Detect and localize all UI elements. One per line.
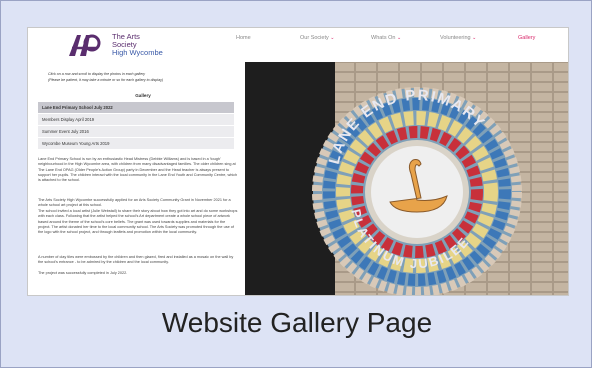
nav-volunteering[interactable]: Volunteering ⌄ — [440, 35, 476, 41]
description-paragraph: The school invited a local artist (Julie… — [38, 209, 238, 235]
description-paragraph: The project was successfully completed i… — [38, 271, 128, 275]
gallery-row[interactable]: Lane End Primary School July 2022 — [38, 102, 234, 114]
instruction-line-2: (Please be patient, it may take a minute… — [48, 77, 164, 82]
gallery-photo[interactable]: LANE END PRIMARY PLATINUM JUBILEE — [245, 62, 568, 295]
chevron-down-icon: ⌄ — [396, 35, 402, 41]
gallery-list: Lane End Primary School July 2022 Member… — [38, 102, 234, 150]
nav-our-society[interactable]: Our Society ⌄ — [300, 35, 334, 41]
gallery-row[interactable]: Members Display April 2019 — [38, 114, 234, 126]
nav-whats-on[interactable]: Whats On ⌄ — [371, 35, 401, 41]
nav-volunteering-label: Volunteering — [440, 35, 471, 41]
description-paragraph: Lane End Primary School is run by an ent… — [38, 157, 238, 183]
gallery-row[interactable]: Wycombe Museum Young Arts 2019 — [38, 138, 234, 150]
nav-gallery[interactable]: Gallery — [518, 35, 535, 41]
gallery-row[interactable]: Summer Event July 2016 — [38, 126, 234, 138]
main-nav: Home Our Society ⌄ Whats On ⌄ Volunteeri… — [28, 35, 568, 45]
description-paragraph: A number of clay tiles were embossed by … — [38, 255, 234, 265]
slide-frame: The Arts Society High Wycombe Home Our S… — [0, 0, 592, 368]
nav-whats-on-label: Whats On — [371, 35, 396, 41]
chevron-down-icon: ⌄ — [472, 35, 477, 41]
nav-home[interactable]: Home — [236, 35, 251, 41]
description-paragraph: The Arts Society High Wycombe successful… — [38, 198, 231, 208]
chevron-down-icon: ⌄ — [330, 35, 335, 41]
gallery-instructions: Click on a row and scroll to display the… — [48, 72, 238, 83]
slide-caption: Website Gallery Page — [161, 307, 433, 338]
mosaic-photo-image: LANE END PRIMARY PLATINUM JUBILEE — [245, 62, 568, 295]
nav-our-society-label: Our Society — [300, 35, 329, 41]
gallery-heading: Gallery — [135, 93, 151, 98]
website-screenshot: The Arts Society High Wycombe Home Our S… — [27, 27, 569, 296]
brand-line-3: High Wycombe — [112, 48, 163, 57]
